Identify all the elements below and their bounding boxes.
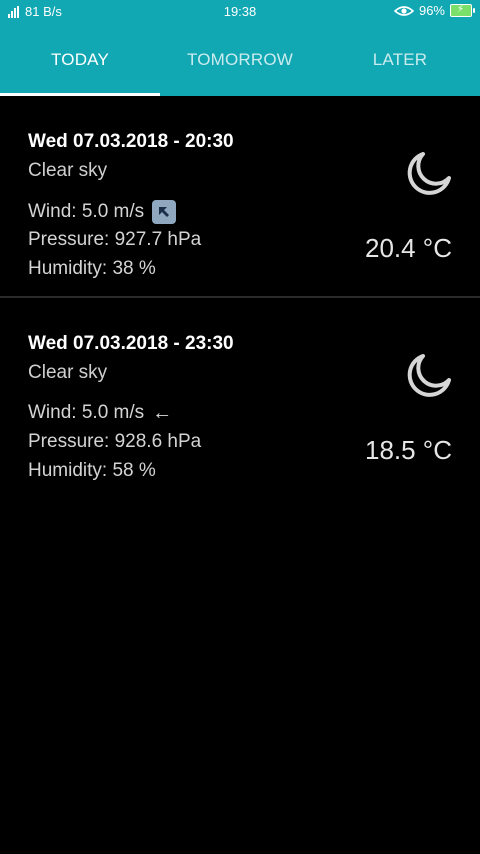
forecast-pressure: Pressure: 928.6 hPa (28, 431, 202, 452)
forecast-item[interactable]: Wed 07.03.2018 - 23:30 Clear sky Wind: 5… (0, 296, 480, 496)
eye-icon (393, 5, 414, 16)
forecast-temperature: 18.5 °C (364, 435, 452, 465)
forecast-humidity: Humidity: 38 % (28, 258, 156, 279)
tab-today[interactable]: TODAY (0, 24, 160, 96)
forecast-description: Clear sky (28, 160, 108, 181)
forecast-description: Clear sky (28, 362, 108, 383)
tab-bar: TODAY TOMORROW LATER (0, 24, 480, 96)
forecast-temperature: 20.4 °C (364, 233, 452, 263)
status-bar: 81 B/s 19:38 96% ⚡ (0, 0, 480, 24)
arrow-left-icon: ← (152, 402, 173, 424)
forecast-datetime: Wed 07.03.2018 - 20:30 (28, 131, 234, 152)
battery-charging-icon: ⚡ (450, 4, 475, 17)
wind-text: Wind: 5.0 m/s (28, 402, 145, 423)
forecast-wind: Wind: 5.0 m/s ← (28, 402, 172, 424)
forecast-datetime: Wed 07.03.2018 - 23:30 (28, 333, 234, 354)
forecast-pressure: Pressure: 927.7 hPa (28, 229, 202, 250)
status-right: 96% ⚡ (393, 3, 475, 18)
battery-percent: 96% (418, 3, 445, 18)
forecast-item[interactable]: Wed 07.03.2018 - 20:30 Clear sky Wind: 5… (0, 96, 480, 296)
forecast-wind: Wind: 5.0 m/s (28, 200, 177, 224)
moon-icon (407, 152, 451, 195)
forecast-list: Wed 07.03.2018 - 20:30 Clear sky Wind: 5… (0, 96, 480, 496)
forecast-humidity: Humidity: 58 % (28, 460, 156, 481)
arrow-up-left-icon (152, 200, 177, 224)
tab-later[interactable]: LATER (320, 24, 480, 96)
moon-icon (407, 354, 451, 397)
wind-text: Wind: 5.0 m/s (28, 201, 145, 222)
tab-tomorrow[interactable]: TOMORROW (160, 24, 320, 96)
